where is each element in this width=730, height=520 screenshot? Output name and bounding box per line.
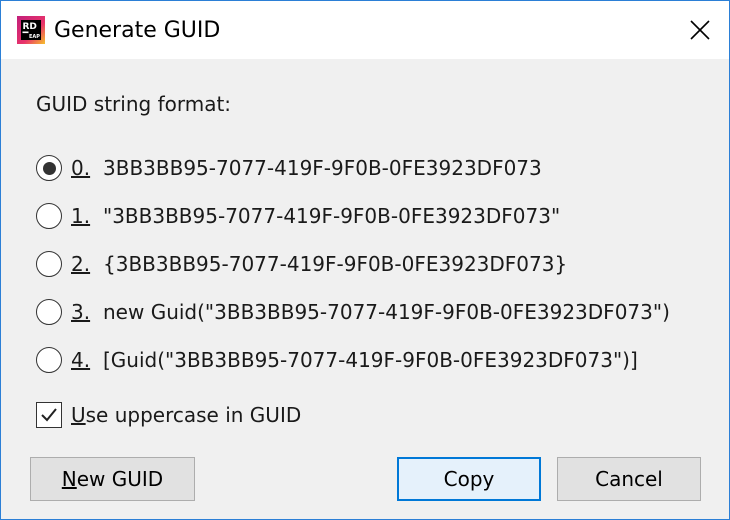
uppercase-label-rest: se uppercase in GUID [85, 403, 302, 427]
uppercase-checkbox-row[interactable]: Use uppercase in GUID [36, 400, 301, 430]
new-guid-label-rest: ew GUID [76, 467, 164, 491]
radio-selected-dot [42, 161, 56, 175]
guid-format-option-0[interactable]: 0. 3BB3BB95-7077-419F-9F0B-0FE3923DF073 [36, 144, 670, 192]
copy-button[interactable]: Copy [397, 457, 541, 501]
option-text: [Guid("3BB3BB95-7077-419F-9F0B-0FE3923DF… [103, 348, 638, 372]
logo-text-top: RD [23, 22, 37, 32]
option-text: {3BB3BB95-7077-419F-9F0B-0FE3923DF073} [103, 252, 568, 276]
option-text: new Guid("3BB3BB95-7077-419F-9F0B-0FE392… [103, 300, 670, 324]
checkmark-icon [41, 408, 57, 422]
new-guid-button[interactable]: New GUID [30, 457, 195, 501]
option-text: "3BB3BB95-7077-419F-9F0B-0FE3923DF073" [103, 204, 561, 228]
close-button[interactable] [671, 1, 729, 59]
radio-button[interactable] [36, 251, 62, 277]
guid-format-option-1[interactable]: 1. "3BB3BB95-7077-419F-9F0B-0FE3923DF073… [36, 192, 670, 240]
guid-format-option-4[interactable]: 4. [Guid("3BB3BB95-7077-419F-9F0B-0FE392… [36, 336, 670, 384]
cancel-button[interactable]: Cancel [557, 457, 701, 501]
title-bar[interactable]: RD EAP Generate GUID [1, 1, 729, 59]
option-number: 4. [71, 348, 91, 372]
window-title: Generate GUID [54, 18, 221, 43]
option-number: 1. [71, 204, 91, 228]
radio-button[interactable] [36, 155, 62, 181]
rider-eap-logo-icon: RD EAP [17, 16, 45, 44]
guid-format-label: GUID string format: [36, 92, 232, 116]
option-number: 3. [71, 300, 91, 324]
radio-button[interactable] [36, 299, 62, 325]
option-number: 0. [71, 156, 91, 180]
uppercase-label: Use uppercase in GUID [71, 403, 301, 427]
radio-button[interactable] [36, 347, 62, 373]
guid-format-option-3[interactable]: 3. new Guid("3BB3BB95-7077-419F-9F0B-0FE… [36, 288, 670, 336]
close-icon [690, 20, 710, 40]
new-guid-mnemonic: N [61, 467, 77, 491]
guid-format-options: 0. 3BB3BB95-7077-419F-9F0B-0FE3923DF073 … [36, 144, 670, 384]
logo-text-bottom: EAP [29, 34, 40, 40]
uppercase-mnemonic: U [71, 403, 86, 427]
option-number: 2. [71, 252, 91, 276]
radio-button[interactable] [36, 203, 62, 229]
guid-format-option-2[interactable]: 2. {3BB3BB95-7077-419F-9F0B-0FE3923DF073… [36, 240, 670, 288]
uppercase-checkbox[interactable] [36, 402, 62, 428]
option-text: 3BB3BB95-7077-419F-9F0B-0FE3923DF073 [103, 156, 542, 180]
generate-guid-dialog: RD EAP Generate GUID GUID string format:… [0, 0, 730, 520]
